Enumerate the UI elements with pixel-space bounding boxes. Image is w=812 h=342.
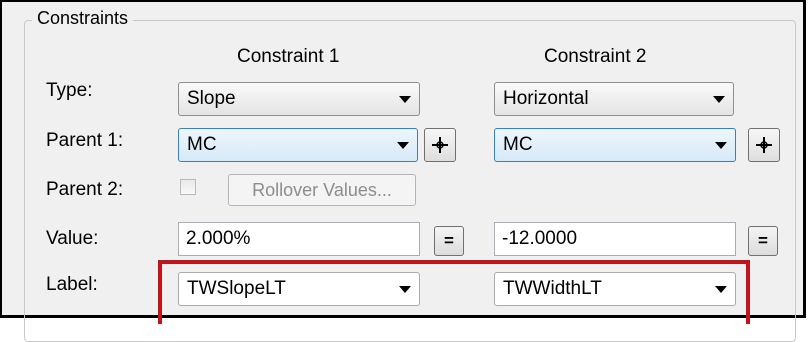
constraint2-value-input[interactable]: -12.0000	[494, 222, 736, 256]
value-label: Value:	[46, 228, 99, 249]
label-row-highlight	[158, 260, 750, 324]
column-header-constraint-1: Constraint 1	[237, 46, 340, 67]
rollover-values-button[interactable]: Rollover Values...	[228, 174, 416, 206]
constraint1-pick-parent-button[interactable]	[424, 128, 456, 162]
parent2-label: Parent 2:	[46, 179, 124, 200]
type-label: Type:	[46, 80, 93, 101]
label-label: Label:	[46, 274, 98, 295]
constraint1-equals-button[interactable]: =	[434, 226, 464, 256]
constraint1-type-value: Slope	[187, 88, 236, 109]
chevron-down-icon	[707, 141, 735, 149]
constraint2-type-value: Horizontal	[503, 88, 589, 109]
constraint2-parent1-value: MC	[503, 134, 533, 155]
parent2-checkbox[interactable]	[180, 179, 196, 195]
constraint1-value-input[interactable]: 2.000%	[178, 222, 420, 256]
constraint2-parent1-dropdown[interactable]: MC	[494, 128, 736, 162]
parent1-label: Parent 1:	[46, 130, 124, 151]
constraint2-type-dropdown[interactable]: Horizontal	[494, 82, 734, 116]
column-header-constraint-2: Constraint 2	[544, 46, 647, 67]
group-title: Constraints	[32, 8, 134, 29]
chevron-down-icon	[391, 95, 419, 103]
chevron-down-icon	[705, 95, 733, 103]
chevron-down-icon	[389, 141, 417, 149]
constraint1-parent1-dropdown[interactable]: MC	[178, 128, 418, 162]
crosshair-icon	[756, 137, 772, 153]
crosshair-icon	[432, 137, 448, 153]
constraint2-equals-button[interactable]: =	[748, 226, 778, 256]
constraint1-parent1-value: MC	[187, 134, 217, 155]
constraint2-pick-parent-button[interactable]	[748, 128, 780, 162]
constraint1-type-dropdown[interactable]: Slope	[178, 82, 420, 116]
